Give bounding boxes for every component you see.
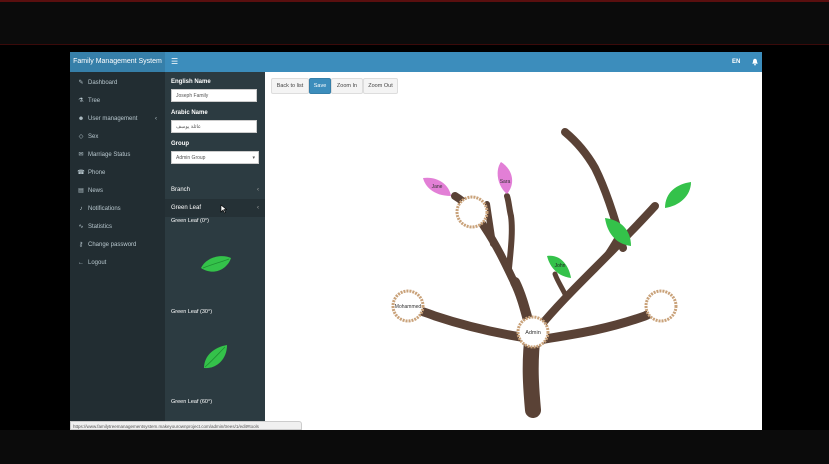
branch-accordion[interactable]: Branch ‹ xyxy=(165,181,265,199)
chevron-left-icon: ‹ xyxy=(257,187,259,193)
arabic-name-label: Arabic Name xyxy=(171,110,208,116)
green-leaf-0-icon[interactable] xyxy=(199,254,233,276)
node-john[interactable]: John xyxy=(547,255,571,278)
green-leaf-30-icon[interactable] xyxy=(201,343,229,371)
arabic-name-input[interactable]: عائلة يوسف xyxy=(171,120,257,133)
sidebar-item-dashboard[interactable]: ✎ Dashboard xyxy=(70,74,165,92)
sidebar-item-tree[interactable]: ⚗ Tree xyxy=(70,92,165,110)
sidebar-item-news[interactable]: ▤ News xyxy=(70,182,165,200)
tag-icon: ◇ xyxy=(78,134,84,140)
key-icon: ⚷ xyxy=(78,242,84,248)
mouse-cursor-icon xyxy=(220,204,227,214)
sidebar-item-marriage-status[interactable]: ✉ Marriage Status xyxy=(70,146,165,164)
tree-trunk xyxy=(406,128,666,418)
sidebar-item-label: Logout xyxy=(88,260,107,266)
video-frame-top xyxy=(0,0,829,45)
node-empty-circle-left[interactable] xyxy=(455,195,489,229)
node-label: Admin xyxy=(525,330,541,336)
video-frame-bottom xyxy=(0,430,829,464)
leaf-option-caption: Green Leaf (60°) xyxy=(171,399,213,405)
group-select[interactable]: Admin Group ▾ xyxy=(171,151,259,164)
language-switch[interactable]: EN xyxy=(732,52,740,72)
flask-icon: ⚗ xyxy=(78,98,84,104)
line-chart-icon: ∿ xyxy=(78,224,84,230)
sidebar-item-label: Dashboard xyxy=(88,80,118,86)
zoom-out-button[interactable]: Zoom Out xyxy=(363,78,398,94)
hamburger-icon[interactable]: ☰ xyxy=(171,52,178,72)
sidebar-item-label: Statistics xyxy=(88,224,113,230)
family-tree-canvas[interactable]: Admin Mohammed Sara Jane John xyxy=(265,98,762,430)
green-leaf-accordion[interactable]: Green Leaf ‹ xyxy=(165,199,265,217)
sidebar-item-label: Phone xyxy=(88,170,106,176)
save-button[interactable]: Save xyxy=(309,78,331,94)
node-label: Jane xyxy=(432,184,443,190)
comments-icon: ✉ xyxy=(78,152,84,158)
phone-icon: ☎ xyxy=(77,170,85,176)
back-to-list-button[interactable]: Back to list xyxy=(271,78,309,94)
sidebar-item-user-management[interactable]: ☻ User management ‹ xyxy=(70,110,165,128)
node-empty-circle-right[interactable] xyxy=(644,289,678,323)
node-label: Sara xyxy=(500,179,511,185)
sidebar-item-label: Marriage Status xyxy=(88,152,131,158)
chevron-down-icon: ▾ xyxy=(252,155,255,161)
sidebar-item-statistics[interactable]: ∿ Statistics xyxy=(70,218,165,236)
node-green-leaf-top[interactable] xyxy=(665,182,691,208)
sidebar-item-change-password[interactable]: ⚷ Change password xyxy=(70,236,165,254)
sidebar-item-label: Sex xyxy=(88,134,99,140)
node-label: John xyxy=(555,263,566,269)
brand-logo[interactable]: Family Management System xyxy=(70,52,165,72)
chevron-left-icon: ‹ xyxy=(155,116,157,122)
branch-accordion-label: Branch xyxy=(171,187,191,193)
chevron-left-icon: ‹ xyxy=(257,205,259,211)
sidebar-item-logout[interactable]: ← Logout xyxy=(70,254,165,272)
newspaper-icon: ▤ xyxy=(78,188,84,194)
bell-icon: ♪ xyxy=(79,206,83,212)
sidebar-item-label: User management xyxy=(88,116,138,122)
top-navbar: Family Management System ☰ EN xyxy=(70,52,762,72)
sidebar-item-label: Tree xyxy=(88,98,101,104)
node-mohammed[interactable]: Mohammed xyxy=(391,289,425,323)
leaf-option-caption: Green Leaf (0°) xyxy=(171,218,209,224)
sidebar-item-sex[interactable]: ◇ Sex xyxy=(70,128,165,146)
arrow-left-icon: ← xyxy=(78,260,84,266)
wrench-icon: ✎ xyxy=(78,80,84,86)
node-admin[interactable]: Admin xyxy=(516,315,550,349)
browser-status-url: https://www.familytreemanagementsystem.m… xyxy=(70,421,302,430)
english-name-label: English Name xyxy=(171,79,211,85)
english-name-input[interactable]: Joseph Family xyxy=(171,89,257,102)
leaf-option-caption: Green Leaf (30°) xyxy=(171,309,213,315)
sidebar-item-label: Notifications xyxy=(88,206,121,212)
sidebar-item-notifications[interactable]: ♪ Notifications xyxy=(70,200,165,218)
sidebar-item-phone[interactable]: ☎ Phone xyxy=(70,164,165,182)
main-sidebar: ✎ Dashboard ⚗ Tree ☻ User management ‹ ◇… xyxy=(70,72,165,430)
group-select-value: Admin Group xyxy=(176,155,206,161)
tree-tools-panel: English Name Joseph Family Arabic Name ع… xyxy=(165,72,265,430)
zoom-in-button[interactable]: Zoom In xyxy=(331,78,363,94)
tree-editor: Back to list Save Zoom In Zoom Out Admin… xyxy=(265,72,762,430)
sidebar-item-label: Change password xyxy=(88,242,137,248)
bell-icon[interactable] xyxy=(751,58,759,66)
app-window: Family Management System ☰ EN ✎ Dashboar… xyxy=(70,52,762,430)
green-leaf-accordion-label: Green Leaf xyxy=(171,205,202,211)
node-jane[interactable]: Jane xyxy=(423,177,451,196)
sidebar-item-label: News xyxy=(88,188,104,194)
node-label: Mohammed xyxy=(395,304,422,310)
group-label: Group xyxy=(171,141,189,147)
users-icon: ☻ xyxy=(77,116,85,122)
node-sara[interactable]: Sara xyxy=(497,162,513,194)
